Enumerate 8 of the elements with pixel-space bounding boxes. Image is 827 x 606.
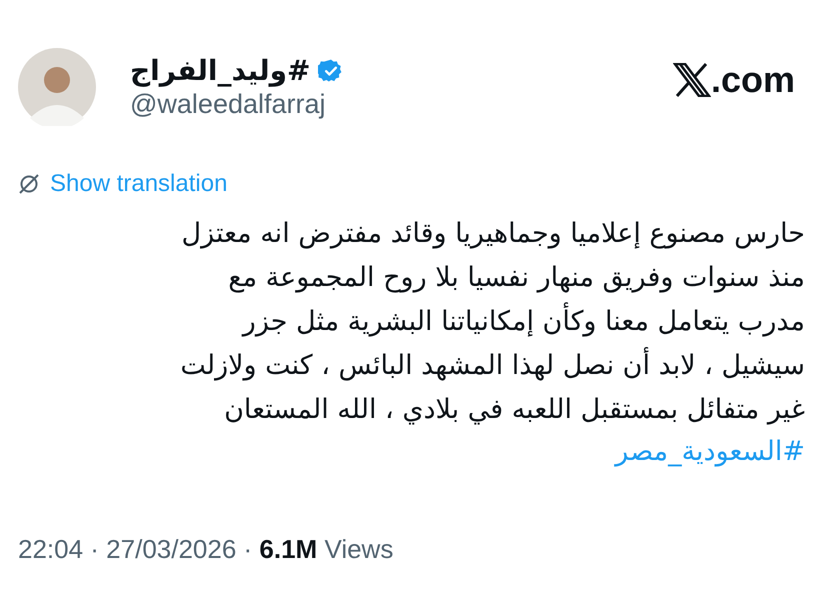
translate-icon	[18, 173, 40, 195]
author-name[interactable]: #وليد_الفراج	[130, 54, 310, 87]
post-meta: 22:04 · 27/03/2026 · 6.1M Views	[18, 534, 394, 565]
avatar-icon[interactable]	[18, 48, 96, 126]
author-handle[interactable]: @waleedalfarraj	[130, 89, 326, 120]
site-name: .com	[710, 59, 795, 101]
x-logo-icon	[672, 63, 711, 97]
post-text: حارس مصنوع إعلاميا وجماهيريا وقائد مفترض انه معتزل منذ سنوات وفريق منهار نفسيا بلا روح المجموعة مع مدرب يتعامل معنا وكأن إمكانياتنا البشرية مثل جزر سيشيل ، لابد أن نصل لهذا المشهد البائس ، كنت ولازلت غير متفائل بمستقبل اللعبه في بلادي ، الله المستعان	[179, 217, 805, 427]
